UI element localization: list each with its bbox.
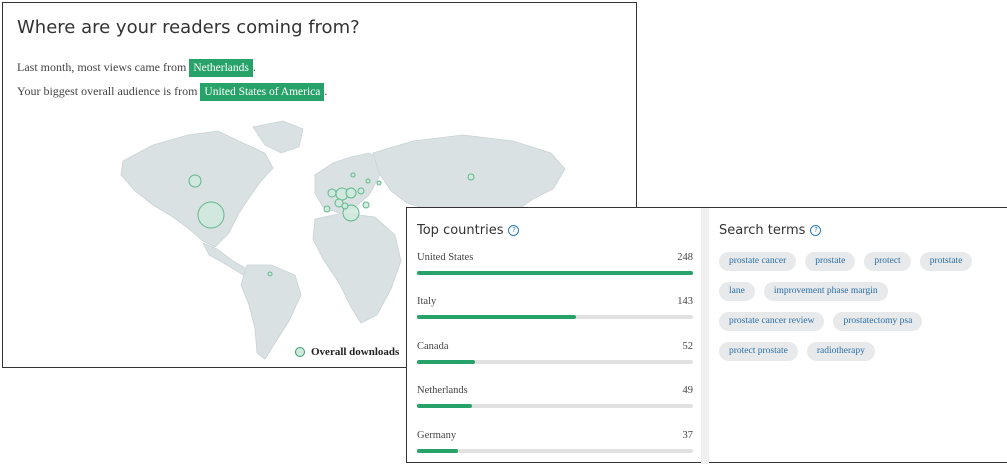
search-terms-list: prostate cancer prostate protect protstate l… xyxy=(719,252,1004,372)
legend-label: Overall downloads xyxy=(311,346,400,358)
search-term-chip[interactable]: prostate cancer review xyxy=(719,312,825,331)
country-bar-fill xyxy=(417,360,475,364)
country-count: 49 xyxy=(682,385,694,396)
country-bar-fill xyxy=(417,449,459,453)
search-term-chip[interactable]: protect xyxy=(864,252,911,271)
search-terms-section: Search terms ? prostate cancer prostate pr… xyxy=(709,208,1007,464)
country-count: 37 xyxy=(682,430,694,441)
country-name: Italy xyxy=(417,296,437,307)
country-row: Canada 52 xyxy=(417,341,693,375)
search-term-chip[interactable]: radiotherapy xyxy=(806,342,875,361)
search-term-chip[interactable]: lane xyxy=(719,282,755,301)
top-countries-title-text: Top countries xyxy=(417,223,504,238)
legend-bubble-icon xyxy=(295,347,305,357)
search-terms-row: protect prostate radiotherapy xyxy=(719,342,1004,361)
country-bar-track xyxy=(417,449,693,453)
north-america xyxy=(120,130,274,248)
south-america xyxy=(240,264,302,360)
country-count: 52 xyxy=(682,341,694,352)
country-row: Italy 143 xyxy=(417,296,693,330)
country-name: Canada xyxy=(417,341,449,352)
search-term-chip[interactable]: prostatectomy psa xyxy=(833,312,923,331)
search-term-chip[interactable]: prostate xyxy=(805,252,856,271)
europe xyxy=(314,152,384,214)
map-legend: Overall downloads xyxy=(295,346,399,358)
search-terms-title: Search terms ? xyxy=(719,223,822,238)
stats-panel: Top countries ? United States 248 Italy … xyxy=(406,207,1007,464)
search-term-chip[interactable]: protstate xyxy=(919,252,973,271)
country-row: Germany 37 xyxy=(417,430,693,464)
top-countries-title: Top countries ? xyxy=(417,223,520,238)
bubble-uk xyxy=(327,188,337,198)
country-name: Netherlands xyxy=(417,385,468,396)
bubble-spain xyxy=(323,205,331,213)
bubble-scandinavia xyxy=(350,172,356,178)
bubble-greece xyxy=(362,201,370,209)
bubble-poland xyxy=(357,187,365,195)
help-icon[interactable]: ? xyxy=(508,225,520,236)
bubble-usa xyxy=(197,201,225,229)
africa xyxy=(312,212,402,324)
country-bar-fill xyxy=(417,404,472,408)
bubble-baltic xyxy=(365,178,371,184)
bubble-germany xyxy=(345,187,357,199)
country-bar-track xyxy=(417,360,693,364)
greenland xyxy=(252,120,304,154)
country-bar-track xyxy=(417,315,693,319)
country-row: Netherlands 49 xyxy=(417,385,693,419)
country-bar-track xyxy=(417,404,693,408)
search-terms-row: prostate cancer review prostatectomy psa xyxy=(719,312,1004,331)
country-row: United States 248 xyxy=(417,252,693,286)
bubble-asia xyxy=(467,173,475,181)
country-name: Germany xyxy=(417,430,457,441)
search-term-chip[interactable]: improvement phase margin xyxy=(763,282,888,301)
search-terms-row: prostate cancer prostate protect protstate xyxy=(719,252,1004,271)
search-terms-title-text: Search terms xyxy=(719,223,806,238)
help-icon[interactable]: ? xyxy=(810,225,822,236)
country-name: United States xyxy=(417,252,474,263)
central-america xyxy=(202,242,248,276)
bubble-east-europe xyxy=(376,180,382,186)
country-count: 248 xyxy=(677,252,693,263)
top-countries-section: Top countries ? United States 248 Italy … xyxy=(407,208,701,464)
bubble-canada xyxy=(188,174,202,188)
bubble-switzerland xyxy=(341,202,349,210)
country-bar-fill xyxy=(417,271,693,275)
search-term-chip[interactable]: protect prostate xyxy=(719,342,798,361)
search-terms-row: lane improvement phase margin xyxy=(719,282,1004,301)
column-divider xyxy=(701,208,709,464)
search-term-chip[interactable]: prostate cancer xyxy=(719,252,797,271)
country-bar-track xyxy=(417,271,693,275)
country-count: 143 xyxy=(677,296,693,307)
country-bar-fill xyxy=(417,315,577,319)
bubble-south-america xyxy=(267,271,273,277)
